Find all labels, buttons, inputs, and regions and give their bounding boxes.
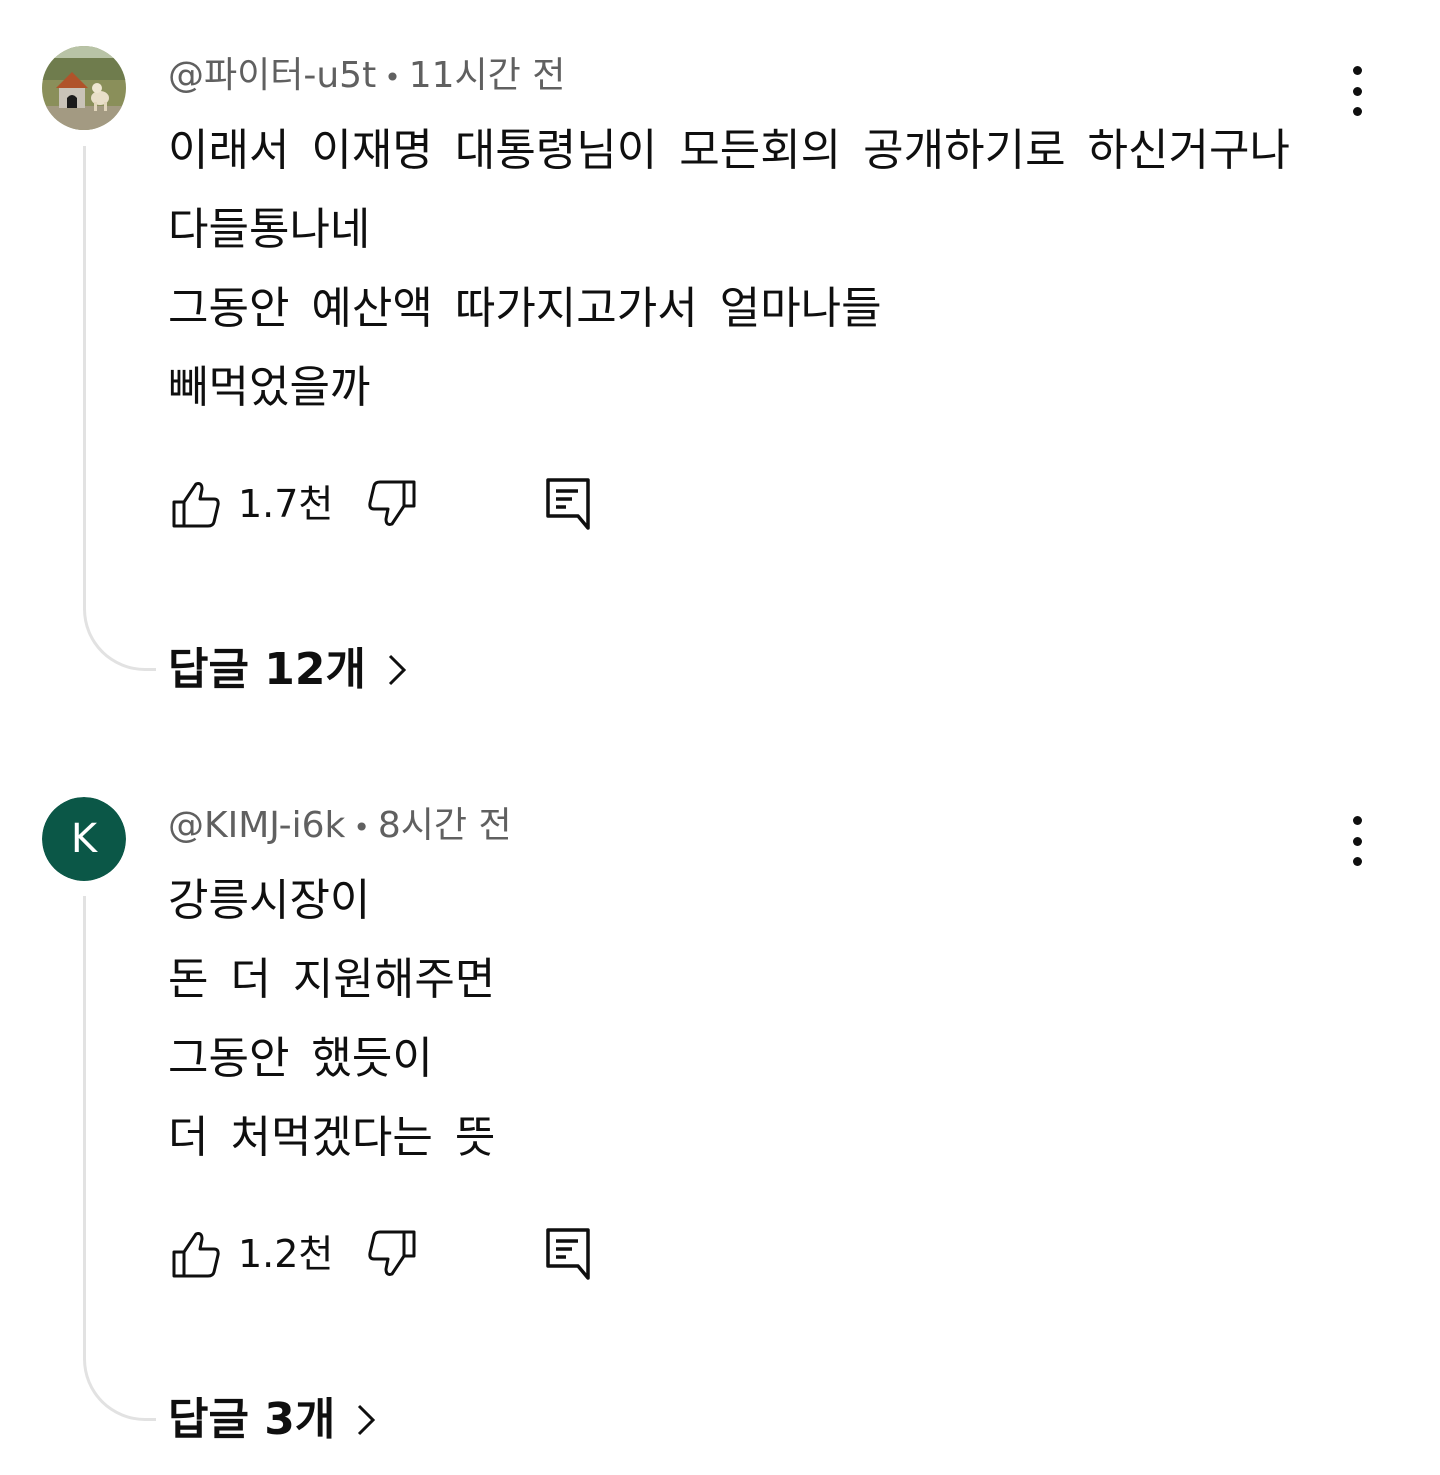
comment-header: @파이터-u5t • 11시간 전 [168,54,565,100]
comment-line: 다들통나네 [168,204,371,255]
reply-button[interactable] [540,474,596,534]
more-vert-icon[interactable] [1340,66,1374,116]
thumbs-down-icon [368,480,416,526]
comment-line: 그동안 했듯이 [168,1033,433,1084]
avatar-photo [42,46,126,130]
avatar[interactable] [42,46,126,130]
comment-icon [546,478,590,530]
chevron-right-icon [386,652,408,688]
comment-line: 빼먹었을까 [168,362,371,413]
separator-dot: • [353,811,370,844]
comment-header: @KIMJ-i6k • 8시간 전 [168,804,512,850]
replies-label: 답글 12개 [168,644,366,695]
comment-line: 더 처먹겠다는 뜻 [168,1112,496,1163]
author-name[interactable]: @파이터-u5t [168,55,376,96]
comment-body: 강릉시장이 돈 더 지원해주면 그동안 했듯이 더 처먹겠다는 뜻 [168,861,495,1177]
like-count: 1.7천 [238,482,334,526]
like-button[interactable] [168,474,224,534]
comment-line: 돈 더 지원해주면 [168,954,496,1005]
thumbs-up-icon [172,1232,220,1278]
more-vert-icon[interactable] [1340,816,1374,866]
avatar[interactable]: K [42,797,126,881]
comment-line: 그동안 예산액 따가지고가서 얼마나들 [168,283,882,334]
reply-button[interactable] [540,1224,596,1284]
comment-line: 강릉시장이 [168,875,371,926]
dislike-button[interactable] [364,1224,420,1284]
like-button[interactable] [168,1224,224,1284]
thread-connector [83,896,156,1421]
chevron-right-icon [355,1402,377,1438]
replies-label: 답글 3개 [168,1394,336,1445]
view-replies-button[interactable]: 답글 12개 [168,642,408,698]
dislike-button[interactable] [364,474,420,534]
view-replies-button[interactable]: 답글 3개 [168,1392,377,1448]
avatar-letter: K [42,797,126,881]
author-name[interactable]: @KIMJ-i6k [168,805,345,846]
thread-connector [83,146,156,671]
comment-actions: 1.7천 [168,474,608,534]
comment-icon [546,1228,590,1280]
comment-actions: 1.2천 [168,1224,608,1284]
comment-line: 이래서 이재명 대통령님이 모든회의 공개하기로 하신거구나 [168,125,1290,176]
comment-time: 11시간 전 [408,55,566,96]
comment-body: 이래서 이재명 대통령님이 모든회의 공개하기로 하신거구나 다들통나네 그동안… [168,111,1290,427]
thumbs-up-icon [172,482,220,528]
separator-dot: • [384,61,401,94]
like-count: 1.2천 [238,1232,334,1276]
comment-time: 8시간 전 [377,805,512,846]
thumbs-down-icon [368,1230,416,1276]
